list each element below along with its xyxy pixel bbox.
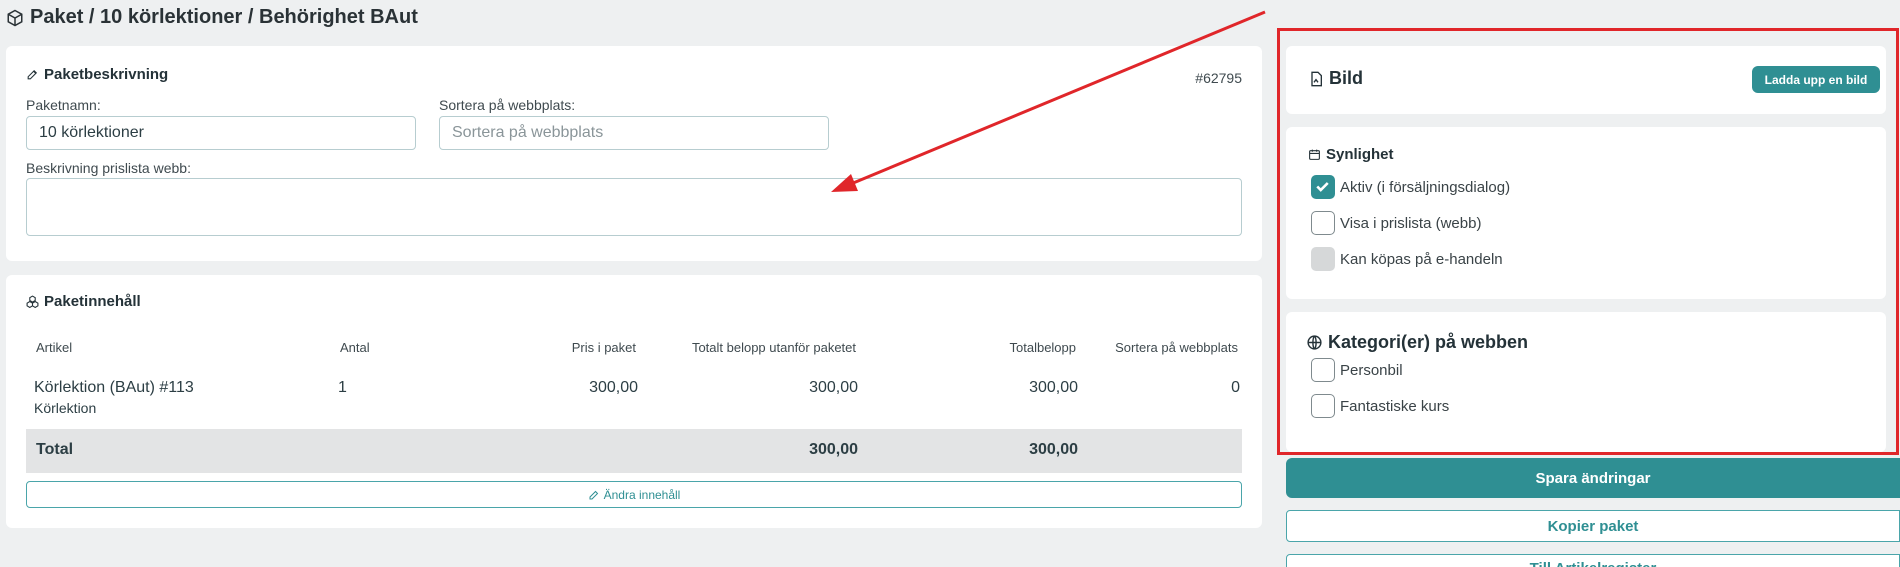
article-link[interactable]: Körlektion (BAut) #113 bbox=[34, 379, 194, 397]
col-article: Artikel bbox=[36, 340, 73, 355]
pencil-icon bbox=[589, 490, 598, 499]
description-card: Paketbeskrivning #62795 Paketnamn: 10 kö… bbox=[6, 46, 1262, 261]
package-id: #62795 bbox=[1195, 70, 1242, 86]
content-card: Paketinnehåll Artikel Antal Pris i paket… bbox=[6, 275, 1262, 528]
content-title: Paketinnehåll bbox=[44, 293, 141, 310]
row-sort: 0 bbox=[1231, 379, 1240, 396]
sort-label: Sortera på webbplats: bbox=[439, 97, 576, 113]
edit-content-button[interactable]: Ändra innehåll bbox=[26, 481, 1242, 508]
description-section-title: Paketbeskrivning bbox=[26, 66, 168, 83]
edit-content-label: Ändra innehåll bbox=[603, 487, 681, 502]
row-qty: 1 bbox=[338, 379, 347, 396]
col-sort: Sortera på webbplats bbox=[1115, 340, 1238, 355]
description-label: Beskrivning prislista webb: bbox=[26, 160, 191, 176]
package-name-label: Paketnamn: bbox=[26, 97, 101, 113]
col-qty: Antal bbox=[340, 340, 370, 355]
annotation-highlight-box bbox=[1277, 28, 1899, 455]
description-textarea[interactable] bbox=[26, 178, 1242, 236]
row-total: 300,00 bbox=[1029, 379, 1078, 396]
page-title: Paket / 10 körlektioner / Behörighet BAu… bbox=[6, 6, 418, 29]
package-icon bbox=[7, 9, 23, 26]
description-title: Paketbeskrivning bbox=[44, 66, 169, 83]
save-changes-button[interactable]: Spara ändringar bbox=[1286, 458, 1900, 498]
row-outside-total: 300,00 bbox=[809, 379, 858, 396]
package-name-input[interactable]: 10 körlektioner bbox=[26, 116, 416, 150]
row-price: 300,00 bbox=[589, 379, 638, 396]
breadcrumb: Paket / 10 körlektioner / Behörighet BAu… bbox=[30, 6, 418, 28]
total-row: Total 300,00 300,00 bbox=[26, 429, 1242, 473]
article-subtitle: Körlektion bbox=[34, 400, 97, 416]
col-total: Totalbelopp bbox=[1009, 340, 1077, 355]
sort-input[interactable]: Sortera på webbplats bbox=[439, 116, 829, 150]
edit-icon bbox=[27, 69, 38, 80]
back-to-register-button[interactable]: Till Artikelregister bbox=[1286, 554, 1900, 567]
total-outside: 300,00 bbox=[809, 441, 858, 458]
col-price: Pris i paket bbox=[571, 340, 636, 355]
total-amount: 300,00 bbox=[1029, 441, 1078, 458]
boxes-icon bbox=[26, 295, 39, 308]
copy-package-button[interactable]: Kopier paket bbox=[1286, 510, 1900, 542]
col-outside-total: Totalt belopp utanför paketet bbox=[691, 340, 856, 355]
total-label: Total bbox=[36, 441, 74, 458]
content-section-title: Paketinnehåll bbox=[26, 293, 141, 310]
